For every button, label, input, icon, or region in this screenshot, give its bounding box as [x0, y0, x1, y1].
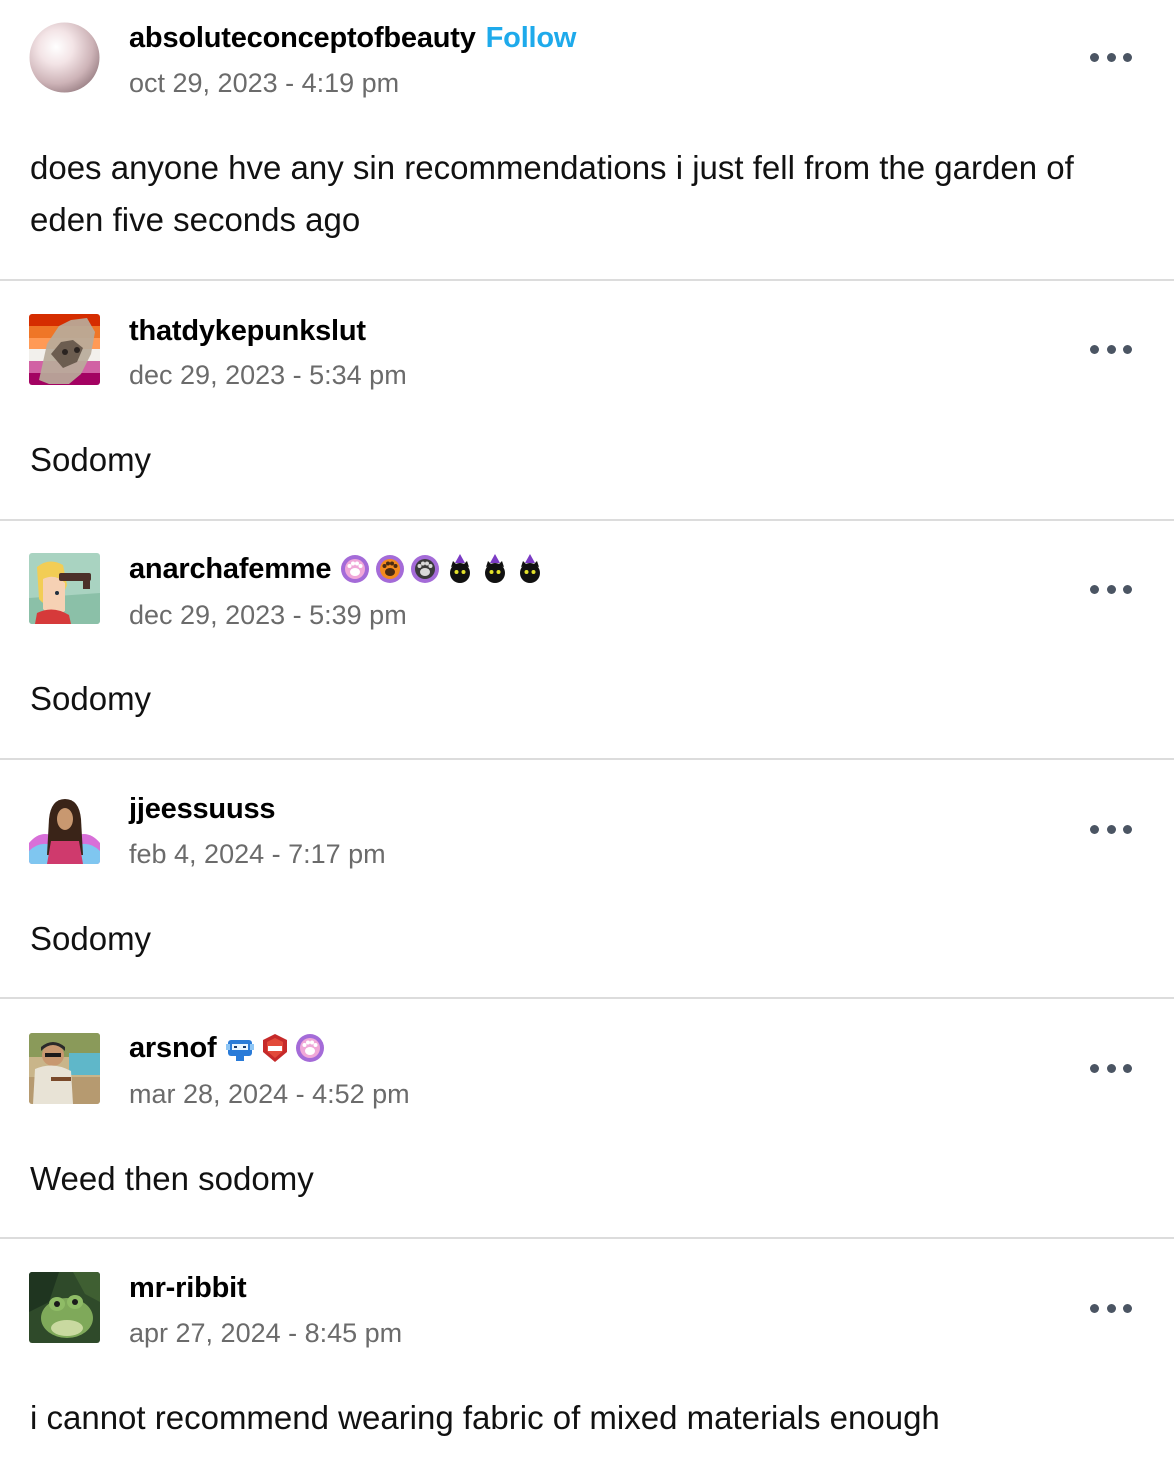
man-by-pool-avatar[interactable]: [29, 1033, 100, 1104]
timestamp[interactable]: oct 29, 2023 - 4:19 pm: [129, 67, 399, 99]
cartoon-portrait-avatar[interactable]: [29, 553, 100, 624]
more-options-icon[interactable]: [1090, 342, 1132, 356]
timestamp[interactable]: mar 28, 2024 - 4:52 pm: [129, 1078, 410, 1110]
timestamp[interactable]: dec 29, 2023 - 5:39 pm: [129, 599, 407, 631]
jesus-trans-flag-avatar[interactable]: [29, 793, 100, 864]
orange-paw-badge[interactable]: [374, 553, 406, 585]
pearl-avatar[interactable]: [29, 22, 100, 93]
username: mr-ribbit: [129, 1271, 247, 1305]
reply-thread: absoluteconceptofbeauty Follow oct 29, 2…: [0, 0, 1174, 1476]
reply-text: Weed then sodomy: [30, 1160, 314, 1197]
witch-cat-badge[interactable]: [514, 553, 546, 585]
divider: [0, 997, 1174, 999]
more-options-icon[interactable]: [1090, 1061, 1132, 1075]
reply-text: does anyone hve any sin recommendations …: [30, 149, 1074, 238]
username: arsnof: [129, 1031, 326, 1065]
wolf-pride-flag-avatar[interactable]: [29, 314, 100, 385]
red-shield-badge[interactable]: [259, 1032, 291, 1064]
gray-paw-badge[interactable]: [409, 553, 441, 585]
username: anarchafemme: [129, 552, 546, 586]
username-link[interactable]: absoluteconceptofbeauty: [129, 21, 476, 55]
timestamp[interactable]: dec 29, 2023 - 5:34 pm: [129, 359, 407, 391]
more-options-icon[interactable]: [1090, 1301, 1132, 1315]
reply-text: Sodomy: [30, 441, 152, 478]
user-badges: [339, 553, 546, 585]
blue-robot-badge[interactable]: [224, 1032, 256, 1064]
pink-paw-badge[interactable]: [339, 553, 371, 585]
timestamp[interactable]: apr 27, 2024 - 8:45 pm: [129, 1317, 402, 1349]
follow-button[interactable]: Follow: [486, 21, 577, 55]
username: thatdykepunkslut: [129, 314, 366, 348]
user-badges: [224, 1032, 326, 1064]
divider: [0, 279, 1174, 281]
divider: [0, 1237, 1174, 1239]
username-link[interactable]: mr-ribbit: [129, 1271, 247, 1305]
reply-text: Sodomy: [30, 920, 152, 957]
more-options-icon[interactable]: [1090, 582, 1132, 596]
more-options-icon[interactable]: [1090, 822, 1132, 836]
witch-cat-badge[interactable]: [479, 553, 511, 585]
username: jjeessuuss: [129, 792, 276, 826]
username-link[interactable]: anarchafemme: [129, 552, 332, 586]
frog-avatar[interactable]: [29, 1272, 100, 1343]
username-link[interactable]: arsnof: [129, 1031, 217, 1065]
divider: [0, 758, 1174, 760]
reply-text: i cannot recommend wearing fabric of mix…: [30, 1399, 940, 1436]
username: absoluteconceptofbeauty Follow: [129, 21, 576, 55]
pink-paw-badge[interactable]: [294, 1032, 326, 1064]
timestamp[interactable]: feb 4, 2024 - 7:17 pm: [129, 838, 386, 870]
more-options-icon[interactable]: [1090, 50, 1132, 64]
reply-text: Sodomy: [30, 680, 152, 717]
username-link[interactable]: jjeessuuss: [129, 792, 276, 826]
username-link[interactable]: thatdykepunkslut: [129, 314, 366, 348]
divider: [0, 519, 1174, 521]
witch-cat-badge[interactable]: [444, 553, 476, 585]
